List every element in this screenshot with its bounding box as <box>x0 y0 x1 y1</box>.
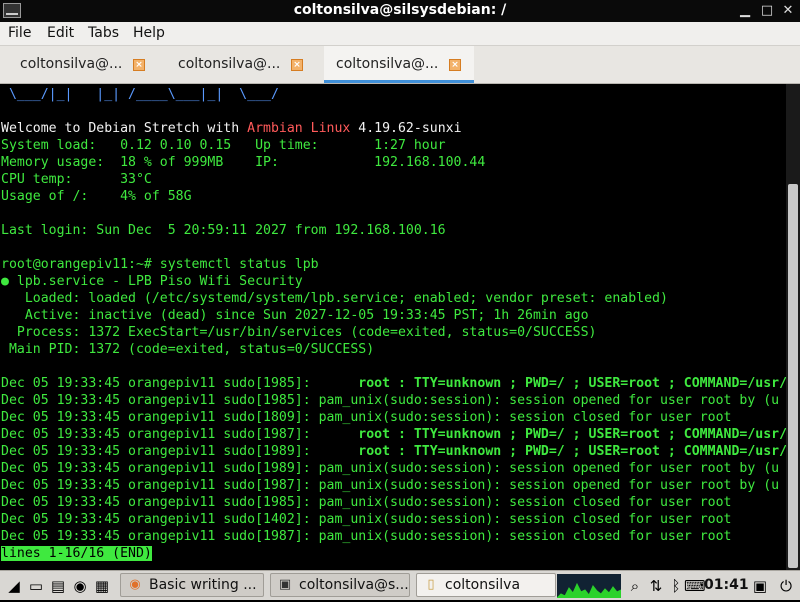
log-line: Dec 05 19:33:45 orangepiv11 sudo[1987]: … <box>1 477 779 494</box>
tab-close-icon[interactable]: × <box>291 59 303 71</box>
terminal-icon: ▣ <box>278 577 292 592</box>
log-bold: root : TTY=unknown ; PWD=/ ; USER=root ;… <box>358 376 786 391</box>
menu-file[interactable]: File <box>8 25 31 41</box>
start-menu-icon[interactable]: ◢ <box>4 576 24 596</box>
tab-2[interactable]: coltonsilva@... × <box>166 46 316 83</box>
welcome-brand: Armbian Linux <box>247 121 351 136</box>
tab-1[interactable]: coltonsilva@... × <box>8 46 158 83</box>
log-rest: pam_unix(sudo:session): session opened f… <box>318 461 780 476</box>
tab-label: coltonsilva@... <box>178 56 281 72</box>
welcome-prefix: Welcome to Debian Stretch with <box>1 121 248 136</box>
service-line: Active: inactive (dead) since Sun 2027-1… <box>1 308 589 323</box>
log-line: Dec 05 19:33:45 orangepiv11 sudo[1985]: … <box>1 494 731 511</box>
network-icon[interactable]: ⇅ <box>646 576 666 596</box>
power-icon[interactable]: ⏻ <box>776 576 796 596</box>
cpu-monitor-graph[interactable] <box>556 574 622 599</box>
terminal-scrollbar[interactable] <box>786 84 800 570</box>
log-line: Dec 05 19:33:45 orangepiv11 sudo[1809]: … <box>1 409 731 426</box>
task-folder[interactable]: ▯ coltonsilva <box>416 573 556 597</box>
tab-3[interactable]: coltonsilva@... × <box>324 46 474 83</box>
menu-edit[interactable]: Edit <box>47 25 74 41</box>
welcome-suffix: 4.19.62-sunxi <box>350 121 462 136</box>
log-rest: pam_unix(sudo:session): session closed f… <box>318 512 732 527</box>
window-title: coltonsilva@silsysdebian: / <box>293 2 507 18</box>
welcome-line: Welcome to Debian Stretch with Armbian L… <box>1 120 462 137</box>
banner-line: \___/|_| |_| /____\___|_| \___/ <box>1 87 279 102</box>
scrollbar-thumb[interactable] <box>788 184 798 568</box>
cpu-graph-svg <box>556 582 622 599</box>
task-label: coltonsilva <box>445 577 521 593</box>
clock[interactable]: 01:41 <box>704 577 749 593</box>
log-line: Dec 05 19:33:45 orangepiv11 sudo[1989]: … <box>1 443 786 460</box>
tab-bar: coltonsilva@... × coltonsilva@... × colt… <box>0 46 800 84</box>
log-bold: root : TTY=unknown ; PWD=/ ; USER=root ;… <box>358 427 786 442</box>
log-prefix: Dec 05 19:33:45 orangepiv11 sudo[1985]: <box>1 376 359 391</box>
log-prefix: Dec 05 19:33:45 orangepiv11 sudo[1985]: <box>1 495 319 510</box>
sysinfo-line: System load: 0.12 0.10 0.15 Up time: 1:2… <box>1 138 446 153</box>
sysinfo-line: Memory usage: 18 % of 999MB IP: 192.168.… <box>1 155 486 170</box>
log-rest: pam_unix(sudo:session): session closed f… <box>318 529 732 544</box>
task-browser[interactable]: ◉ Basic writing ... <box>120 573 264 597</box>
log-prefix: Dec 05 19:33:45 orangepiv11 sudo[1809]: <box>1 410 319 425</box>
task-label: coltonsilva@s... <box>299 577 409 593</box>
last-login-line: Last login: Sun Dec 5 20:59:11 2027 from… <box>1 223 446 238</box>
log-prefix: Dec 05 19:33:45 orangepiv11 sudo[1987]: <box>1 427 359 442</box>
pager-status: lines 1-16/16 (END) <box>1 546 152 561</box>
log-prefix: Dec 05 19:33:45 orangepiv11 sudo[1989]: <box>1 444 359 459</box>
log-prefix: Dec 05 19:33:45 orangepiv11 sudo[1989]: <box>1 461 319 476</box>
folder-icon: ▯ <box>427 577 435 592</box>
log-line: Dec 05 19:33:45 orangepiv11 sudo[1402]: … <box>1 511 731 528</box>
log-prefix: Dec 05 19:33:45 orangepiv11 sudo[1987]: <box>1 529 319 544</box>
keyboard-layout-icon[interactable]: ⌨ <box>684 576 706 596</box>
close-icon[interactable]: ✕ <box>779 2 797 20</box>
screenshot-icon[interactable]: ▣ <box>750 576 770 596</box>
pager-status-line: lines 1-16/16 (END) <box>1 545 152 562</box>
log-line: Dec 05 19:33:45 orangepiv11 sudo[1987]: … <box>1 426 786 443</box>
menu-help[interactable]: Help <box>133 25 165 41</box>
service-line: ● lpb.service - LPB Piso Wifi Security <box>1 274 303 289</box>
menu-bar: File Edit Tabs Help <box>0 22 800 46</box>
desktop-icon[interactable]: ▦ <box>92 576 112 596</box>
taskbar: ◢ ▭ ▤ ◉ ▦ ◉ Basic writing ... ▣ coltonsi… <box>0 570 800 600</box>
log-bold: root : TTY=unknown ; PWD=/ ; USER=root ;… <box>358 444 786 459</box>
sysinfo-line: Usage of /: 4% of 58G <box>1 189 192 204</box>
log-rest: pam_unix(sudo:session): session opened f… <box>318 393 780 408</box>
prompt-line: root@orangepiv11:~# systemctl status lpb <box>1 257 319 272</box>
log-line: Dec 05 19:33:45 orangepiv11 sudo[1985]: … <box>1 375 786 392</box>
log-rest: pam_unix(sudo:session): session closed f… <box>318 495 732 510</box>
terminal-launcher-icon[interactable]: ▤ <box>48 576 68 596</box>
browser-launcher-icon[interactable]: ◉ <box>70 576 90 596</box>
window-titlebar[interactable]: coltonsilva@silsysdebian: / ▁ □ ✕ <box>0 0 800 22</box>
menu-tabs[interactable]: Tabs <box>88 25 119 41</box>
terminal-output[interactable]: \___/|_| |_| /____\___|_| \___/ Welcome … <box>0 84 786 570</box>
log-rest: pam_unix(sudo:session): session opened f… <box>318 478 780 493</box>
tab-close-icon[interactable]: × <box>133 59 145 71</box>
tab-close-icon[interactable]: × <box>449 59 461 71</box>
log-rest: pam_unix(sudo:session): session closed f… <box>318 410 732 425</box>
bluetooth-icon[interactable]: ᛒ <box>666 576 686 596</box>
minimize-icon[interactable]: ▁ <box>736 2 754 20</box>
log-line: Dec 05 19:33:45 orangepiv11 sudo[1985]: … <box>1 392 779 409</box>
service-line: Main PID: 1372 (code=exited, status=0/SU… <box>1 342 375 357</box>
task-terminal[interactable]: ▣ coltonsilva@s... <box>270 573 410 597</box>
tab-label: coltonsilva@... <box>20 56 123 72</box>
tab-label: coltonsilva@... <box>336 56 439 72</box>
service-line: Process: 1372 ExecStart=/usr/bin/service… <box>1 325 597 340</box>
file-manager-icon[interactable]: ▭ <box>26 576 46 596</box>
search-icon[interactable]: ⌕ <box>625 576 645 596</box>
log-prefix: Dec 05 19:33:45 orangepiv11 sudo[1985]: <box>1 393 319 408</box>
firefox-icon: ◉ <box>129 577 141 592</box>
log-prefix: Dec 05 19:33:45 orangepiv11 sudo[1402]: <box>1 512 319 527</box>
sysinfo-line: CPU temp: 33°C <box>1 172 152 187</box>
task-label: Basic writing ... <box>149 577 257 593</box>
maximize-icon[interactable]: □ <box>758 2 776 20</box>
service-line: Loaded: loaded (/etc/systemd/system/lpb.… <box>1 291 668 306</box>
log-line: Dec 05 19:33:45 orangepiv11 sudo[1987]: … <box>1 528 731 545</box>
log-prefix: Dec 05 19:33:45 orangepiv11 sudo[1987]: <box>1 478 319 493</box>
log-line: Dec 05 19:33:45 orangepiv11 sudo[1989]: … <box>1 460 779 477</box>
